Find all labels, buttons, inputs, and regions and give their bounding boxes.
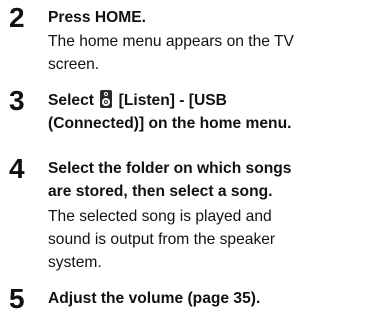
step-title-line: (Connected)] on the home menu.: [48, 115, 292, 132]
speaker-icon: [100, 90, 113, 108]
step-title: Press HOME.: [48, 9, 146, 26]
step-description-line: The home menu appears on the TV: [48, 33, 294, 50]
step-title-line: are stored, then select a song.: [48, 183, 273, 200]
step-number: 2: [9, 2, 25, 33]
step-number: 4: [9, 153, 25, 184]
step-description-line: system.: [48, 254, 102, 271]
step-number: 5: [9, 283, 25, 314]
step-description-line: screen.: [48, 56, 100, 73]
step-title: Adjust the volume (page 35).: [48, 290, 261, 307]
step-title-line: Select the folder on which songs: [48, 160, 292, 177]
step-title-line: Select [Listen] - [USB: [48, 89, 366, 112]
step-title-text: Select: [48, 92, 94, 109]
step-number: 3: [9, 85, 25, 116]
step-description-line: sound is output from the speaker: [48, 231, 276, 248]
step-title-text: [Listen] - [USB: [118, 92, 227, 109]
step-description-line: The selected song is played and: [48, 208, 272, 225]
